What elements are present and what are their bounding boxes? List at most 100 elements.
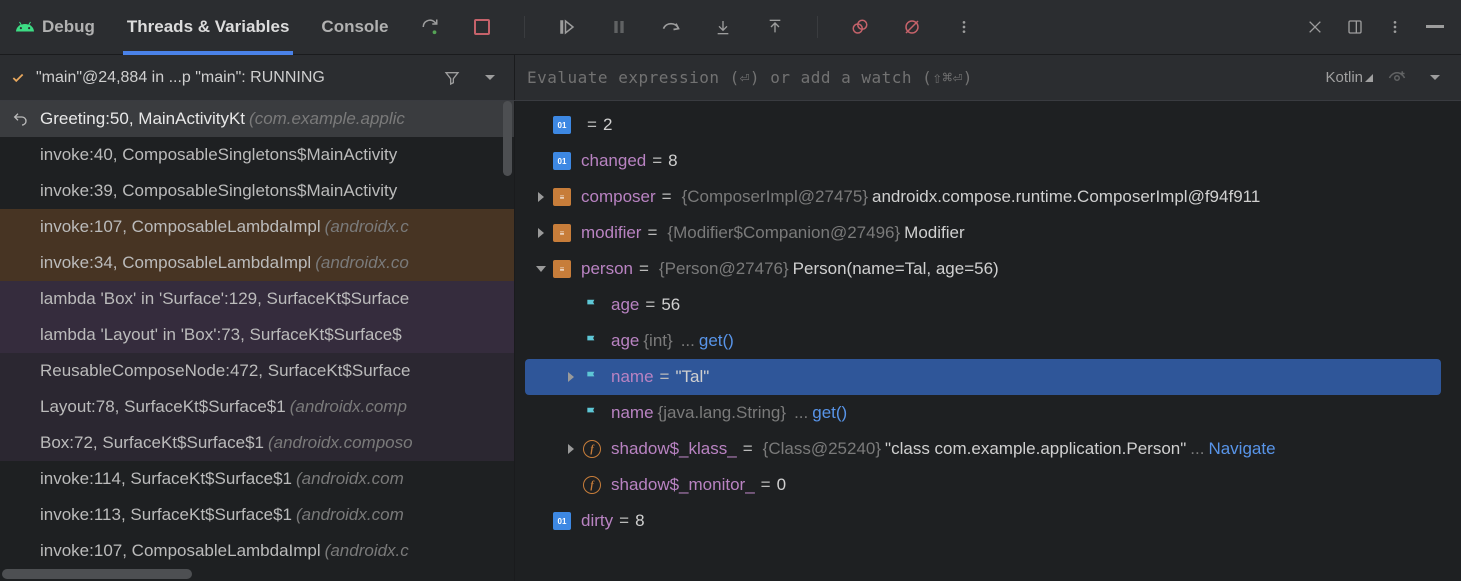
var-name: modifier (581, 223, 641, 243)
tab-debug-label: Debug (42, 17, 95, 37)
var-value: 8 (668, 151, 677, 171)
var-name: age (611, 331, 639, 351)
frame-context: (androidx.c (325, 217, 409, 237)
hide-icon[interactable] (1421, 13, 1449, 41)
var-type-icon: 01 (553, 152, 571, 170)
variable-row[interactable]: 01dirty=8 (515, 503, 1451, 539)
variable-row[interactable]: age=56 (515, 287, 1451, 323)
getter-link[interactable]: get() (699, 331, 734, 351)
language-selector[interactable]: Kotlin (1325, 69, 1373, 86)
mute-breakpoints-icon[interactable] (898, 13, 926, 41)
var-name: name (611, 403, 654, 423)
frame-context: (com.example.applic (249, 109, 405, 129)
scrollbar-vertical[interactable] (503, 101, 512, 176)
android-icon (16, 21, 34, 33)
frame-label: invoke:34, ComposableLambdaImpl (40, 253, 311, 273)
frame-row[interactable]: lambda 'Box' in 'Surface':129, SurfaceKt… (0, 281, 514, 317)
var-type-icon: f (583, 440, 601, 458)
navigate-link[interactable]: Navigate (1208, 439, 1275, 459)
var-value: "Tal" (675, 367, 709, 387)
expand-arrow-icon[interactable] (529, 264, 553, 274)
variable-row[interactable]: 01changed=8 (515, 143, 1451, 179)
frame-row[interactable]: lambda 'Layout' in 'Box':73, SurfaceKt$S… (0, 317, 514, 353)
tab-threads-variables[interactable]: Threads & Variables (123, 0, 294, 55)
var-type-icon: ≡ (553, 260, 571, 278)
frame-row[interactable]: invoke:107, ComposableLambdaImpl (androi… (0, 533, 514, 569)
variable-row[interactable]: fshadow$_klass_={Class@25240} "class com… (515, 431, 1451, 467)
close-icon[interactable] (1301, 13, 1329, 41)
var-value: 2 (603, 115, 612, 135)
debug-subbar: "main"@24,884 in ...p "main": RUNNING Ko… (0, 55, 1461, 101)
frame-row[interactable]: invoke:114, SurfaceKt$Surface$1 (android… (0, 461, 514, 497)
ellipsis: ... (1190, 439, 1204, 459)
view-breakpoints-icon[interactable] (846, 13, 874, 41)
step-over-icon[interactable] (657, 13, 685, 41)
rerun-icon[interactable] (416, 13, 444, 41)
variable-row[interactable]: ≡person={Person@27476} Person(name=Tal, … (515, 251, 1451, 287)
var-type: {java.lang.String} (658, 403, 787, 423)
layout-icon[interactable] (1341, 13, 1369, 41)
tab-debug[interactable]: Debug (12, 0, 99, 55)
frame-label: lambda 'Layout' in 'Box':73, SurfaceKt$S… (40, 325, 402, 345)
frame-label: Box:72, SurfaceKt$Surface$1 (40, 433, 264, 453)
frame-label: invoke:107, ComposableLambdaImpl (40, 217, 321, 237)
dropdown-icon[interactable] (476, 64, 504, 92)
var-name: shadow$_klass_ (611, 439, 737, 459)
variable-row[interactable]: fshadow$_monitor_=0 (515, 467, 1451, 503)
tab-console[interactable]: Console (317, 0, 392, 55)
variable-row[interactable]: age {int} ... get() (515, 323, 1451, 359)
stop-icon[interactable] (468, 13, 496, 41)
ellipsis: ... (681, 331, 695, 351)
frames-panel: Greeting:50, MainActivityKt (com.example… (0, 101, 515, 581)
variable-row[interactable]: 01=2 (515, 107, 1451, 143)
var-type-icon: ≡ (553, 224, 571, 242)
variable-row[interactable]: name="Tal" (525, 359, 1441, 395)
equals: = (743, 439, 753, 459)
frame-row[interactable]: invoke:113, SurfaceKt$Surface$1 (android… (0, 497, 514, 533)
expand-arrow-icon[interactable] (529, 191, 553, 203)
frame-row[interactable]: Layout:78, SurfaceKt$Surface$1 (androidx… (0, 389, 514, 425)
frame-row[interactable]: invoke:40, ComposableSingletons$MainActi… (0, 137, 514, 173)
options-icon[interactable] (1381, 13, 1409, 41)
getter-link[interactable]: get() (812, 403, 847, 423)
frame-label: lambda 'Box' in 'Surface':129, SurfaceKt… (40, 289, 409, 309)
expand-arrow-icon[interactable] (559, 371, 583, 383)
variables-panel: 01=201changed=8≡composer={ComposerImpl@2… (515, 101, 1461, 581)
more-icon[interactable] (950, 13, 978, 41)
variable-row[interactable]: ≡composer={ComposerImpl@27475} androidx.… (515, 179, 1451, 215)
pause-icon[interactable] (605, 13, 633, 41)
var-name: person (581, 259, 633, 279)
frame-label: invoke:39, ComposableSingletons$MainActi… (40, 181, 397, 201)
var-type-icon (583, 404, 601, 422)
frame-context: (androidx.com (296, 469, 404, 489)
frame-label: invoke:107, ComposableLambdaImpl (40, 541, 321, 561)
resume-icon[interactable] (553, 13, 581, 41)
equals: = (761, 475, 771, 495)
equals: = (639, 259, 649, 279)
step-into-icon[interactable] (709, 13, 737, 41)
check-icon (10, 71, 26, 85)
expand-arrow-icon[interactable] (559, 443, 583, 455)
frame-row[interactable]: Box:72, SurfaceKt$Surface$1 (androidx.co… (0, 425, 514, 461)
drop-frame-icon[interactable] (12, 111, 28, 127)
step-out-icon[interactable] (761, 13, 789, 41)
frame-row[interactable]: invoke:39, ComposableSingletons$MainActi… (0, 173, 514, 209)
filter-icon[interactable] (438, 64, 466, 92)
var-name: age (611, 295, 639, 315)
expand-arrow-icon[interactable] (529, 227, 553, 239)
frame-row[interactable]: invoke:34, ComposableLambdaImpl (android… (0, 245, 514, 281)
frame-label: invoke:114, SurfaceKt$Surface$1 (40, 469, 292, 489)
var-value: Modifier (904, 223, 964, 243)
frame-label: ReusableComposeNode:472, SurfaceKt$Surfa… (40, 361, 410, 381)
add-watch-icon[interactable] (1383, 64, 1411, 92)
scrollbar-horizontal[interactable] (2, 569, 192, 579)
frame-row[interactable]: Greeting:50, MainActivityKt (com.example… (0, 101, 514, 137)
frame-row[interactable]: invoke:107, ComposableLambdaImpl (androi… (0, 209, 514, 245)
evaluate-expression-input[interactable] (527, 68, 1315, 87)
variable-row[interactable]: name {java.lang.String} ... get() (515, 395, 1451, 431)
thread-status-bar: "main"@24,884 in ...p "main": RUNNING (0, 55, 515, 100)
frame-row[interactable]: ReusableComposeNode:472, SurfaceKt$Surfa… (0, 353, 514, 389)
expression-dropdown-icon[interactable] (1421, 64, 1449, 92)
var-value: androidx.compose.runtime.ComposerImpl@f9… (872, 187, 1260, 207)
variable-row[interactable]: ≡modifier={Modifier$Companion@27496} Mod… (515, 215, 1451, 251)
